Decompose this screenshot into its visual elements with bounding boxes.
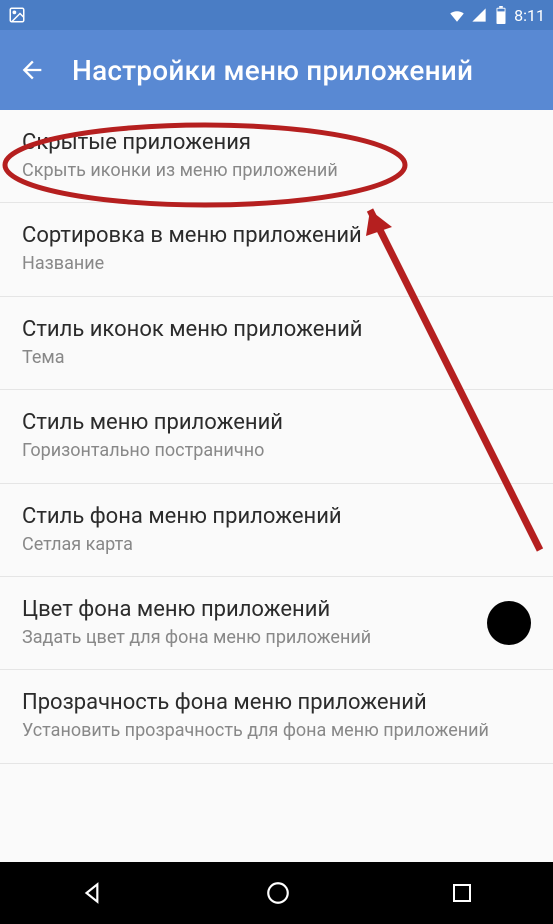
- setting-background-style[interactable]: Стиль фона меню приложений Сетлая карта: [0, 484, 553, 577]
- setting-title: Цвет фона меню приложений: [22, 597, 477, 622]
- setting-title: Прозрачность фона меню приложений: [22, 690, 531, 715]
- setting-subtitle: Установить прозрачность для фона меню пр…: [22, 719, 531, 742]
- nav-recents-button[interactable]: [450, 881, 474, 905]
- setting-subtitle: Задать цвет для фона меню приложений: [22, 626, 477, 649]
- setting-background-color[interactable]: Цвет фона меню приложений Задать цвет дл…: [0, 577, 553, 670]
- nav-home-button[interactable]: [265, 880, 291, 906]
- setting-subtitle: Скрыть иконки из меню приложений: [22, 159, 531, 182]
- setting-sort[interactable]: Сортировка в меню приложений Название: [0, 203, 553, 296]
- setting-menu-style[interactable]: Стиль меню приложений Горизонтально пост…: [0, 390, 553, 483]
- setting-title: Стиль иконок меню приложений: [22, 317, 531, 342]
- wifi-icon: [448, 6, 466, 24]
- setting-title: Скрытые приложения: [22, 130, 531, 155]
- status-time: 8:11: [514, 6, 545, 25]
- setting-icon-style[interactable]: Стиль иконок меню приложений Тема: [0, 297, 553, 390]
- status-bar: 8:11: [0, 0, 553, 30]
- navigation-bar: [0, 862, 553, 924]
- setting-subtitle: Горизонтально постранично: [22, 439, 531, 462]
- setting-hidden-apps[interactable]: Скрытые приложения Скрыть иконки из меню…: [0, 110, 553, 203]
- setting-background-transparency[interactable]: Прозрачность фона меню приложений Устано…: [0, 670, 553, 763]
- signal-icon: [470, 6, 488, 24]
- color-swatch: [487, 601, 531, 645]
- setting-subtitle: Сетлая карта: [22, 533, 531, 556]
- app-bar: Настройки меню приложений: [0, 30, 553, 110]
- setting-title: Стиль меню приложений: [22, 410, 531, 435]
- setting-title: Стиль фона меню приложений: [22, 504, 531, 529]
- settings-list: Скрытые приложения Скрыть иконки из меню…: [0, 110, 553, 764]
- battery-icon: [492, 6, 510, 24]
- page-title: Настройки меню приложений: [72, 54, 473, 87]
- setting-subtitle: Тема: [22, 346, 531, 369]
- image-notification-icon: [8, 6, 26, 24]
- back-button[interactable]: [18, 56, 46, 84]
- nav-back-button[interactable]: [80, 880, 106, 906]
- setting-title: Сортировка в меню приложений: [22, 223, 531, 248]
- setting-subtitle: Название: [22, 252, 531, 275]
